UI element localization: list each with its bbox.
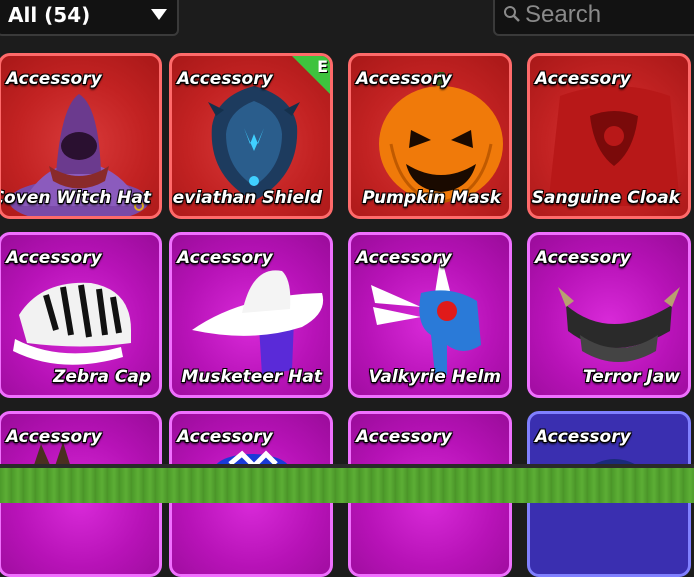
item-name: Sanguine Cloak xyxy=(531,188,680,208)
chevron-down-icon xyxy=(151,9,167,20)
grass-background xyxy=(0,468,694,503)
item-name: Zebra Cap xyxy=(53,367,151,387)
item-name: Terror Jaw xyxy=(582,367,680,387)
item-category: Accessory xyxy=(535,69,631,89)
inventory-header: All (54) Search xyxy=(0,0,694,40)
item-card-valkyrie-helm[interactable]: Accessory Valkyrie Helm xyxy=(348,232,512,398)
item-card-zebra-cap[interactable]: Accessory Zebra Cap xyxy=(0,232,162,398)
item-category: Accessory xyxy=(177,248,273,268)
item-category: Accessory xyxy=(535,427,631,447)
item-category: Accessory xyxy=(535,248,631,268)
item-card-sanguine-cloak[interactable]: Accessory Sanguine Cloak xyxy=(527,53,691,219)
filter-dropdown[interactable]: All (54) xyxy=(0,0,179,36)
item-category: Accessory xyxy=(6,427,102,447)
item-category: Accessory xyxy=(6,69,102,89)
item-category: Accessory xyxy=(6,248,102,268)
equipped-badge: E xyxy=(317,57,328,76)
item-name: Pumpkin Mask xyxy=(362,188,501,208)
inventory-grid: Accessory Coven Witch Hat E Accessory Le… xyxy=(0,0,694,577)
item-card-musketeer-hat[interactable]: Accessory Musketeer Hat xyxy=(169,232,333,398)
filter-label: All (54) xyxy=(8,3,91,27)
item-category: Accessory xyxy=(177,427,273,447)
search-placeholder: Search xyxy=(525,1,602,28)
item-card-terror-jaw[interactable]: Accessory Terror Jaw xyxy=(527,232,691,398)
search-icon xyxy=(504,6,520,22)
item-card-leviathan-shield[interactable]: E Accessory Leviathan Shield xyxy=(169,53,333,219)
search-input[interactable]: Search xyxy=(493,0,694,36)
item-card-coven-witch-hat[interactable]: Accessory Coven Witch Hat xyxy=(0,53,162,219)
item-card-pumpkin-mask[interactable]: Accessory Pumpkin Mask xyxy=(348,53,512,219)
item-category: Accessory xyxy=(356,69,452,89)
item-name: Valkyrie Helm xyxy=(368,367,501,387)
item-category: Accessory xyxy=(356,427,452,447)
item-name: Coven Witch Hat xyxy=(0,188,151,208)
item-name: Leviathan Shield xyxy=(169,188,322,208)
item-category: Accessory xyxy=(177,69,273,89)
item-category: Accessory xyxy=(356,248,452,268)
item-name: Musketeer Hat xyxy=(181,367,322,387)
